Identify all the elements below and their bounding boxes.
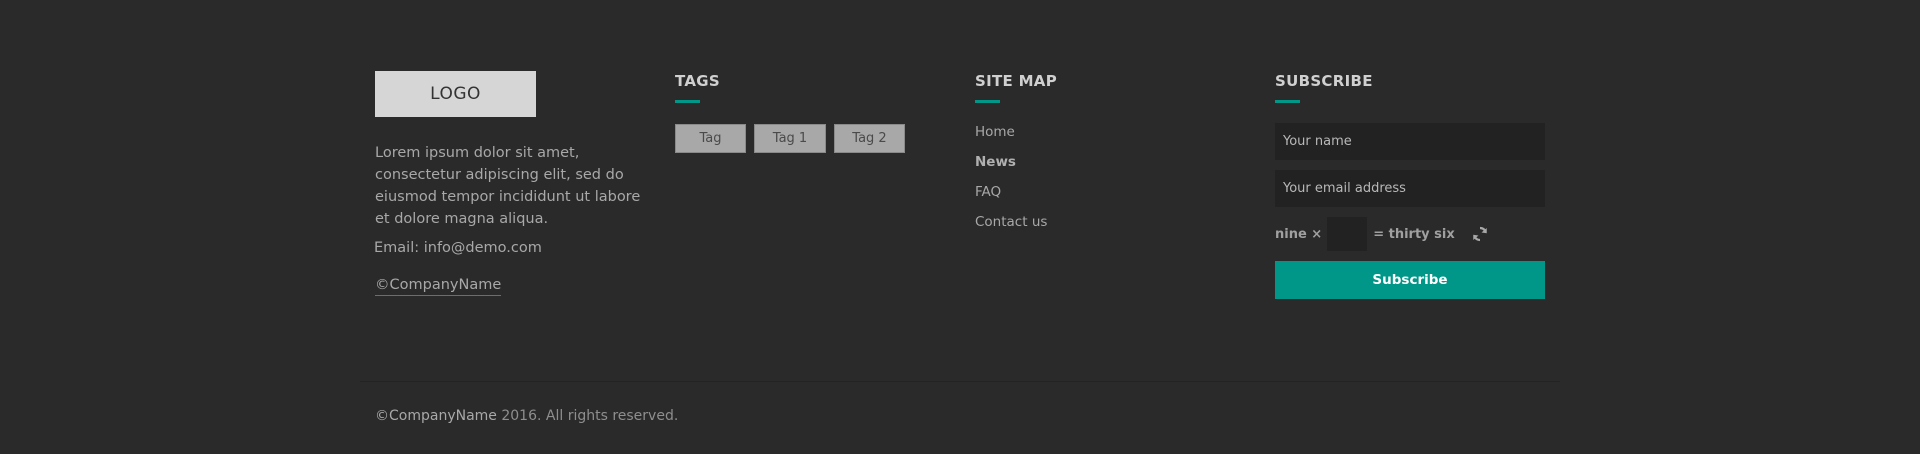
about-column: LOGO Lorem ipsum dolor sit amet, consect… bbox=[374, 71, 645, 296]
logo[interactable]: LOGO bbox=[375, 71, 536, 117]
subscribe-column: SUBSCRIBE nine × = thirty six Subscribe bbox=[1275, 71, 1545, 299]
refresh-icon[interactable] bbox=[1471, 225, 1489, 243]
sitemap-link-news[interactable]: News bbox=[975, 152, 1245, 172]
captcha-input[interactable] bbox=[1327, 217, 1368, 251]
tags-title: TAGS bbox=[675, 72, 720, 90]
sitemap-list: Home News FAQ Contact us bbox=[975, 122, 1245, 232]
subscribe-button[interactable]: Subscribe bbox=[1275, 261, 1545, 299]
footer-divider bbox=[360, 381, 1560, 382]
title-underline bbox=[975, 100, 1000, 103]
copyright: ©CompanyName 2016. All rights reserved. bbox=[375, 406, 678, 426]
tag-item[interactable]: Tag 2 bbox=[834, 124, 905, 153]
tag-item[interactable]: Tag 1 bbox=[754, 124, 826, 153]
sitemap-link-faq[interactable]: FAQ bbox=[975, 182, 1245, 202]
sitemap-column: SITE MAP Home News FAQ Contact us bbox=[975, 71, 1245, 242]
sitemap-link-home[interactable]: Home bbox=[975, 122, 1245, 142]
email-input[interactable] bbox=[1275, 170, 1545, 207]
tags-column: TAGS Tag Tag 1 Tag 2 bbox=[675, 71, 945, 153]
subscribe-title: SUBSCRIBE bbox=[1275, 72, 1373, 90]
copyright-brand: ©CompanyName bbox=[375, 408, 497, 424]
captcha-left-text: nine × bbox=[1275, 226, 1323, 242]
sitemap-link-contact[interactable]: Contact us bbox=[975, 212, 1245, 232]
name-input[interactable] bbox=[1275, 123, 1545, 160]
tag-item[interactable]: Tag bbox=[675, 124, 746, 153]
about-text: Lorem ipsum dolor sit amet, consectetur … bbox=[375, 145, 641, 227]
email-text: Email: info@demo.com bbox=[374, 240, 542, 256]
sitemap-title: SITE MAP bbox=[975, 72, 1058, 90]
title-underline bbox=[1275, 100, 1300, 103]
title-underline bbox=[675, 100, 700, 103]
copyright-text: 2016. All rights reserved. bbox=[496, 408, 679, 424]
captcha-right-text: = thirty six bbox=[1373, 226, 1455, 242]
captcha-row: nine × = thirty six bbox=[1275, 217, 1545, 251]
tag-list: Tag Tag 1 Tag 2 bbox=[675, 124, 945, 153]
footer: LOGO Lorem ipsum dolor sit amet, consect… bbox=[0, 0, 1920, 454]
company-link[interactable]: ©CompanyName bbox=[375, 275, 502, 296]
